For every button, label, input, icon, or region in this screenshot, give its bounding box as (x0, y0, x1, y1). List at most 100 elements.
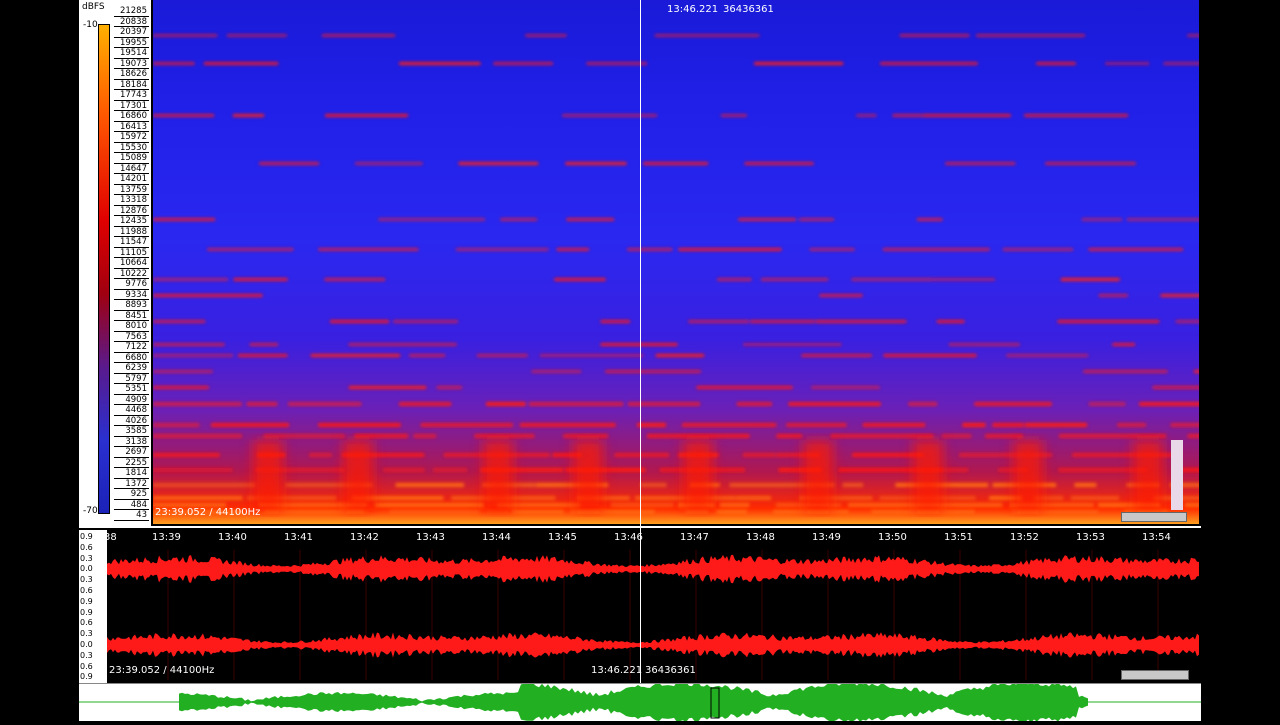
spectral-band (716, 510, 747, 514)
frequency-label: 7122 (114, 342, 149, 353)
amplitude-label: 0.3 (80, 650, 93, 660)
frequency-label: 15972 (114, 132, 149, 143)
spectral-band (153, 483, 256, 487)
spectral-band (409, 354, 446, 357)
spectral-band (862, 423, 926, 427)
frequency-axis: 21285 20838 20397 19955 19514 19073 18626 18184… (114, 6, 149, 521)
spectral-band (636, 423, 666, 427)
spectral-band (399, 62, 481, 65)
spectral-band (153, 354, 233, 357)
frequency-label: 1814 (114, 468, 149, 479)
frequency-label: 1372 (114, 478, 149, 489)
spectral-band (605, 370, 701, 373)
frequency-label: 3585 (114, 426, 149, 437)
spectral-band (880, 62, 978, 65)
spectral-band (931, 278, 995, 281)
time-tick-label: 13:48 (746, 532, 775, 543)
spectral-band (153, 468, 233, 472)
amplitude-label: 0.0 (80, 640, 93, 649)
frequency-label: 9776 (114, 279, 149, 290)
spectral-band (974, 402, 1052, 406)
spectral-band (153, 434, 243, 438)
time-tick-label: 13:43 (416, 532, 445, 543)
spectral-band (948, 343, 1020, 346)
spectral-band (486, 402, 526, 406)
frequency-label: 6239 (114, 363, 149, 374)
db-max-label: -10 (83, 20, 98, 30)
frequency-label: 43 (114, 510, 149, 521)
spectral-band (348, 386, 427, 389)
spectral-band (735, 496, 772, 500)
frequency-label: 14201 (114, 174, 149, 185)
spectral-band (330, 320, 389, 323)
spectral-band (1045, 162, 1136, 165)
spectral-band (525, 34, 567, 37)
spectrogram-zoom-handle[interactable] (1171, 440, 1183, 510)
spectral-band (1181, 468, 1199, 472)
amplitude-label: 0.3 (80, 553, 93, 563)
spectral-band (566, 218, 615, 221)
spectral-band (528, 402, 624, 406)
frequency-label: 3138 (114, 436, 149, 447)
frequency-label: 4468 (114, 405, 149, 416)
spectral-band (153, 218, 216, 221)
waveform-info: 23:39.052 / 44100Hz (109, 665, 215, 676)
spectral-band (325, 114, 408, 117)
spectral-band (1175, 320, 1199, 323)
amplitude-axis: 0.9 0.6 0.3 0.0 0.3 0.6 0.9 0.9 0.6 0.3 0.0 0.3 0.6 0… (79, 530, 107, 684)
spectrogram-view[interactable]: 13:46.221 36436361 23:39.052 / 44100Hz (153, 0, 1199, 524)
spectral-band (1074, 483, 1097, 487)
spectral-band (433, 468, 468, 472)
energy-burst (1133, 440, 1163, 510)
spectral-band (153, 278, 228, 281)
spectral-band (563, 434, 608, 438)
spectral-band (153, 496, 243, 500)
spectral-band (474, 434, 535, 438)
spectral-band (570, 510, 655, 514)
spectral-band (324, 278, 386, 281)
frequency-label: 13759 (114, 184, 149, 195)
spectral-band (500, 218, 537, 221)
spectral-band (389, 510, 480, 514)
spectral-band (1024, 423, 1087, 427)
spectral-band (565, 162, 627, 165)
spectral-band (600, 320, 630, 323)
waveform-scrollbar[interactable] (1121, 670, 1189, 680)
spectral-band (264, 510, 365, 514)
spectral-band (761, 278, 829, 281)
frequency-label: 16860 (114, 111, 149, 122)
spectral-band (153, 320, 206, 323)
spectral-band (736, 402, 772, 406)
playback-cursor[interactable] (640, 0, 641, 686)
spectral-band (682, 423, 777, 427)
spectral-band (288, 402, 362, 406)
spectral-band (786, 423, 847, 427)
overview-strip[interactable] (79, 681, 1201, 723)
spectral-band (1098, 294, 1128, 297)
frequency-label: 19955 (114, 37, 149, 48)
spectral-band (354, 434, 408, 438)
spectral-band (249, 343, 279, 346)
frequency-label: 10664 (114, 258, 149, 269)
spectrogram-scrollbar[interactable] (1121, 512, 1187, 522)
spectral-band (720, 114, 747, 117)
spectral-band (511, 510, 564, 514)
spectral-band (1088, 402, 1126, 406)
frequency-label: 8451 (114, 310, 149, 321)
spectral-band (627, 402, 700, 406)
spectral-band (892, 114, 923, 117)
time-tick-label: 13:41 (284, 532, 313, 543)
dbfs-unit-label: dBFS (82, 2, 105, 12)
spectral-band (318, 248, 419, 251)
spectral-band (1072, 453, 1182, 457)
spectral-band (842, 483, 864, 487)
spectrogram-bands (153, 34, 1199, 514)
spectral-band (883, 354, 977, 357)
spectral-band (413, 434, 437, 438)
spectral-band (562, 114, 657, 117)
spectral-band (1193, 370, 1199, 373)
spectral-band (962, 423, 986, 427)
spectral-band (211, 423, 289, 427)
spectral-band (226, 34, 287, 37)
spectral-band (458, 162, 539, 165)
